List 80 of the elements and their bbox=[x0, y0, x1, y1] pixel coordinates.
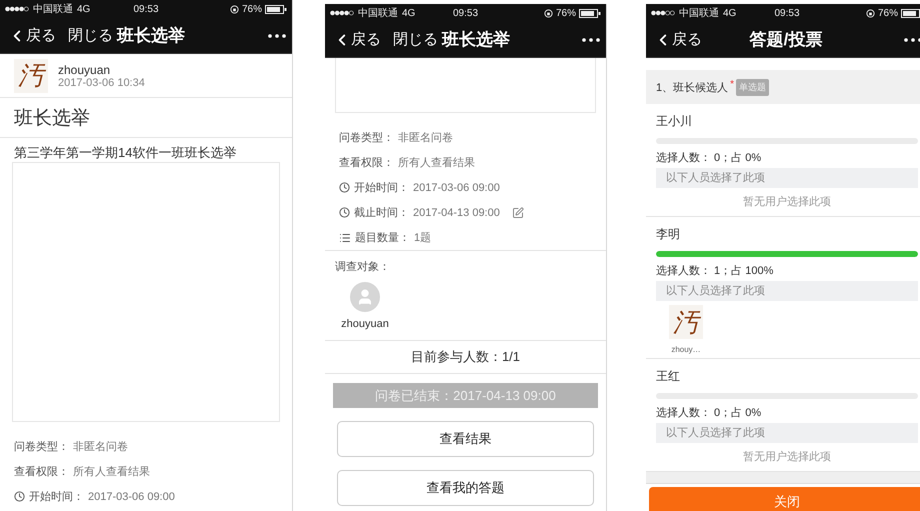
info-label: 问卷类型： bbox=[339, 131, 394, 145]
empty-message: 暂无用户选择此项 bbox=[742, 194, 832, 210]
ended-banner: 问卷已结束：2017-04-13 09:00 bbox=[333, 383, 598, 408]
info-label: 查看权限： bbox=[339, 156, 394, 170]
battery-icon bbox=[579, 8, 601, 18]
info-value: 所有人查看结果 bbox=[73, 465, 150, 479]
participant-count: 目前参与人数：1/1 bbox=[325, 340, 606, 374]
carrier-name: 中国联通 bbox=[679, 6, 719, 20]
carrier-name: 中国联通 bbox=[33, 2, 73, 16]
option-name: 王红 bbox=[656, 368, 681, 385]
network-type: 4G bbox=[723, 8, 736, 18]
option-name: 李明 bbox=[656, 226, 681, 243]
target-label: 调查对象： bbox=[335, 260, 391, 274]
signal-icon bbox=[651, 10, 675, 16]
post-date: 2017-03-06 10:34 bbox=[58, 76, 145, 88]
vote-stats: 选择人数： 0；占 0% bbox=[656, 151, 762, 166]
info-value: 非匿名问卷 bbox=[73, 440, 128, 454]
clock-time: 09:53 bbox=[774, 8, 800, 18]
action-button[interactable]: 查看我的答题 bbox=[337, 470, 594, 506]
close-link[interactable]: 閉じる bbox=[389, 30, 442, 49]
question-type-tag: 单选题 bbox=[736, 78, 770, 96]
option-name: 王小川 bbox=[656, 113, 693, 130]
user-avatar: 汚 bbox=[14, 58, 48, 92]
rotation-lock-icon bbox=[866, 8, 875, 18]
battery-icon bbox=[265, 4, 287, 14]
clock-icon bbox=[339, 207, 350, 218]
survey-description: 第三学年第一学期14软件一班班长选举 bbox=[13, 144, 238, 162]
info-label: 开始时间： bbox=[354, 181, 409, 195]
carrier-name: 中国联通 bbox=[358, 6, 398, 20]
info-value: 1题 bbox=[414, 231, 432, 245]
user-name: zhouyuan bbox=[341, 318, 389, 330]
back-button[interactable]: 戻る bbox=[4, 26, 60, 45]
info-label: 开始时间： bbox=[29, 490, 84, 504]
close-link[interactable]: 閉じる bbox=[64, 26, 117, 45]
author-name: zhouyuan bbox=[58, 62, 112, 76]
battery-percent: 76% bbox=[242, 4, 262, 14]
question-text: 1、班长候选人 bbox=[656, 80, 728, 94]
more-icon[interactable] bbox=[904, 38, 920, 42]
clock-time: 09:53 bbox=[133, 4, 159, 14]
info-label: 问卷类型： bbox=[14, 440, 69, 454]
more-icon[interactable] bbox=[582, 38, 600, 42]
battery-percent: 76% bbox=[556, 8, 576, 18]
info-label: 题目数量： bbox=[355, 231, 410, 245]
info-value: 非匿名问卷 bbox=[398, 131, 453, 145]
required-mark: * bbox=[730, 79, 734, 90]
network-type: 4G bbox=[402, 8, 416, 18]
user-avatar bbox=[350, 282, 380, 312]
voters-label: 以下人员选择了此项 bbox=[656, 423, 918, 443]
page-title: 班长选举 bbox=[117, 25, 185, 47]
clock-time: 09:53 bbox=[452, 8, 478, 18]
signal-icon bbox=[330, 10, 354, 16]
info-value: 2017-03-06 09:00 bbox=[413, 182, 500, 194]
user-name: zhouy… bbox=[671, 345, 701, 354]
empty-message: 暂无用户选择此项 bbox=[742, 450, 832, 465]
edit-icon[interactable] bbox=[512, 206, 524, 218]
page-title: 答题/投票 bbox=[750, 29, 822, 51]
info-value: 2017-03-06 09:00 bbox=[88, 490, 175, 502]
battery-percent: 76% bbox=[878, 8, 898, 18]
signal-icon bbox=[5, 6, 29, 12]
back-button[interactable]: 戻る bbox=[329, 30, 385, 49]
vote-stats: 选择人数： 1；占 100% bbox=[656, 264, 774, 279]
network-type: 4G bbox=[77, 4, 90, 14]
more-icon[interactable] bbox=[268, 34, 286, 38]
action-button[interactable]: 查看结果 bbox=[337, 421, 594, 457]
rotation-lock-icon bbox=[544, 8, 553, 18]
survey-title: 班长选举 bbox=[0, 98, 292, 138]
voters-label: 以下人员选择了此项 bbox=[656, 281, 918, 301]
back-button[interactable]: 戻る bbox=[650, 30, 706, 49]
rotation-lock-icon bbox=[230, 4, 239, 14]
page-title: 班长选举 bbox=[442, 29, 510, 51]
info-label: 查看权限： bbox=[14, 465, 69, 479]
info-label: 截止时间： bbox=[354, 206, 409, 220]
user-avatar: 汚 bbox=[669, 305, 703, 339]
voters-label: 以下人员选择了此项 bbox=[656, 168, 918, 188]
vote-stats: 选择人数： 0；占 0% bbox=[656, 406, 762, 421]
info-value: 所有人查看结果 bbox=[398, 156, 475, 170]
info-value: 2017-04-13 09:00 bbox=[413, 206, 500, 218]
battery-icon bbox=[901, 8, 920, 18]
clock-icon bbox=[14, 491, 25, 502]
clock-icon bbox=[339, 182, 350, 193]
